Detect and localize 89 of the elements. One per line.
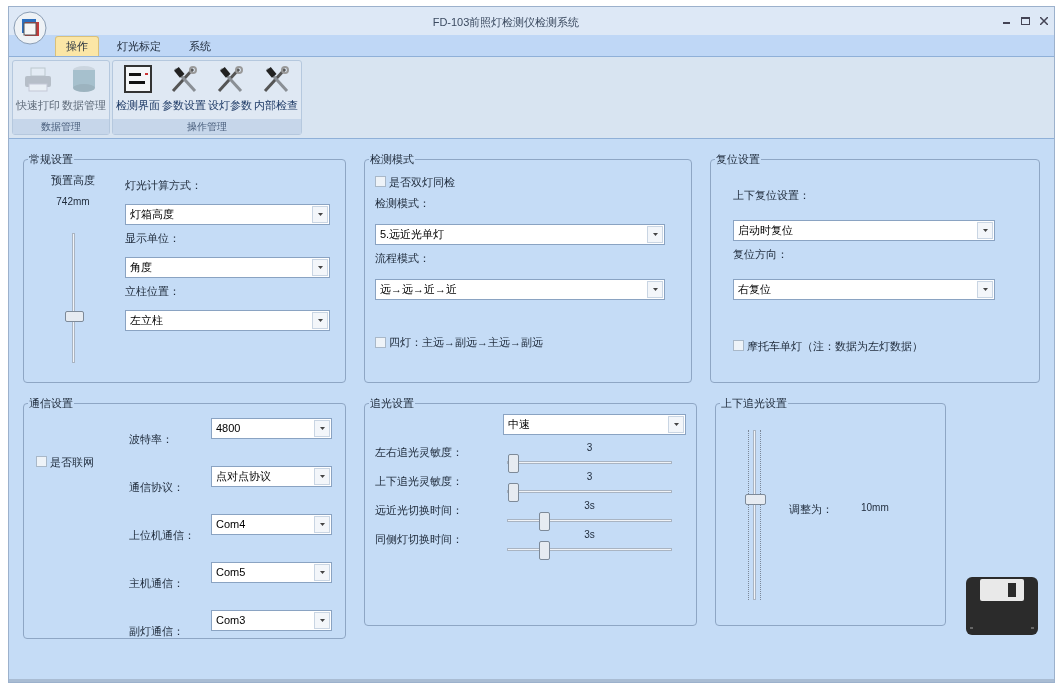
- checkbox-label: 四灯：主远→副远→主远→副远: [389, 335, 543, 350]
- ribbon-button[interactable]: 设灯参数: [207, 63, 253, 114]
- ribbon-tab[interactable]: 灯光标定: [107, 36, 171, 56]
- printer-icon: [23, 67, 53, 93]
- dropdown[interactable]: Com4: [211, 513, 332, 535]
- screen-icon: [124, 65, 152, 93]
- ribbon-button[interactable]: 参数设置: [161, 63, 207, 114]
- slider-reading: 3: [586, 469, 593, 484]
- dropdown[interactable]: 灯箱高度: [125, 203, 330, 225]
- field-label: 主机通信：: [129, 576, 184, 589]
- field-label: 调整为：: [789, 502, 833, 515]
- ribbon-group-label: 数据管理: [41, 120, 81, 134]
- caret-icon: [652, 233, 658, 236]
- field-label: 显示单位：: [125, 231, 180, 244]
- field-label: 流程模式：: [375, 252, 430, 264]
- field-label: 检测模式：: [375, 197, 430, 209]
- slider-reading: 3s: [584, 527, 595, 542]
- dropdown[interactable]: 5.远近光单灯: [375, 224, 665, 245]
- caret-icon: [317, 265, 323, 269]
- dropdown[interactable]: 点对点协议: [211, 465, 332, 487]
- tools-icon: [261, 65, 291, 93]
- slider-thumb[interactable]: [508, 453, 519, 473]
- caret-icon: [319, 474, 325, 478]
- slider-thumb[interactable]: [64, 311, 84, 323]
- caret-icon: [319, 426, 325, 430]
- dropdown[interactable]: 中速: [503, 413, 686, 435]
- slider-thumb[interactable]: [745, 494, 766, 506]
- maximize-icon[interactable]: [1021, 17, 1030, 25]
- field-label: 上位机通信：: [129, 528, 195, 541]
- field-label: 预置高度: [51, 172, 95, 188]
- height-reading: 742mm: [56, 195, 90, 209]
- slider-thumb[interactable]: [538, 511, 550, 531]
- checkbox[interactable]: [375, 336, 386, 348]
- caret-icon: [673, 422, 679, 426]
- field-label: 通信协议：: [129, 480, 184, 493]
- dropdown[interactable]: Com5: [211, 561, 332, 583]
- dropdown[interactable]: 右复位: [733, 278, 995, 300]
- slider-reading: 3s: [584, 498, 595, 513]
- dropdown[interactable]: 启动时复位: [733, 219, 995, 241]
- adjust-reading: 10mm: [861, 501, 889, 515]
- group-title: 复位设置: [715, 152, 761, 167]
- checkbox[interactable]: [733, 340, 744, 352]
- group-title: 检测模式: [369, 152, 415, 167]
- checkbox[interactable]: [375, 176, 386, 188]
- dropdown[interactable]: 角度: [125, 256, 330, 278]
- ribbon-button[interactable]: 检测界面: [115, 63, 161, 114]
- caret-icon: [982, 287, 988, 291]
- tools-icon: [215, 65, 245, 93]
- caret-icon: [317, 212, 323, 216]
- dropdown[interactable]: 4800: [211, 417, 332, 439]
- field-label: 远近光切换时间：: [375, 503, 463, 516]
- checkbox-label: 摩托车单灯（注：数据为左灯数据）: [747, 338, 923, 354]
- ribbon-button[interactable]: 内部检查: [253, 63, 299, 114]
- group-title: 通信设置: [28, 396, 74, 411]
- field-label: 复位方向：: [733, 247, 788, 260]
- database-icon: [70, 65, 98, 93]
- caret-icon: [317, 318, 323, 322]
- caret-icon: [652, 288, 658, 291]
- ribbon-group-label: 操作管理: [187, 120, 227, 134]
- slider-thumb[interactable]: [538, 540, 550, 560]
- field-label: 左右追光灵敏度：: [375, 445, 463, 458]
- caret-icon: [319, 522, 325, 526]
- group-title: 追光设置: [369, 396, 415, 411]
- caret-icon: [982, 228, 988, 232]
- checkbox-label: 是否联网: [50, 454, 94, 470]
- slider-thumb[interactable]: [508, 482, 519, 502]
- ribbon-tab[interactable]: 操作: [55, 36, 99, 56]
- field-label: 上下复位设置：: [733, 188, 810, 201]
- group-title: 常规设置: [28, 152, 74, 167]
- field-label: 上下追光灵敏度：: [375, 474, 463, 487]
- group-title: 上下追光设置: [720, 396, 788, 411]
- window-title: FD-103前照灯检测仪检测系统: [432, 16, 580, 28]
- caret-icon: [319, 570, 325, 574]
- checkbox[interactable]: [36, 456, 47, 468]
- caret-icon: [319, 618, 325, 622]
- close-icon[interactable]: [1040, 17, 1048, 25]
- tools-icon: [169, 65, 199, 93]
- slider-reading: 3: [586, 440, 593, 455]
- field-label: 灯光计算方式：: [125, 178, 202, 191]
- checkbox-label: 是否双灯同检: [389, 174, 455, 190]
- dropdown[interactable]: 左立柱: [125, 309, 330, 331]
- field-label: 副灯通信：: [129, 624, 184, 637]
- field-label: 立柱位置：: [125, 284, 180, 297]
- field-label: 波特率：: [129, 432, 173, 445]
- dropdown[interactable]: Com3: [211, 609, 332, 631]
- save-icon[interactable]: [966, 577, 1038, 635]
- field-label: 同侧灯切换时间：: [375, 532, 463, 545]
- ribbon-tab[interactable]: 系统: [179, 36, 221, 56]
- dropdown[interactable]: 远→远→近→近: [375, 279, 665, 300]
